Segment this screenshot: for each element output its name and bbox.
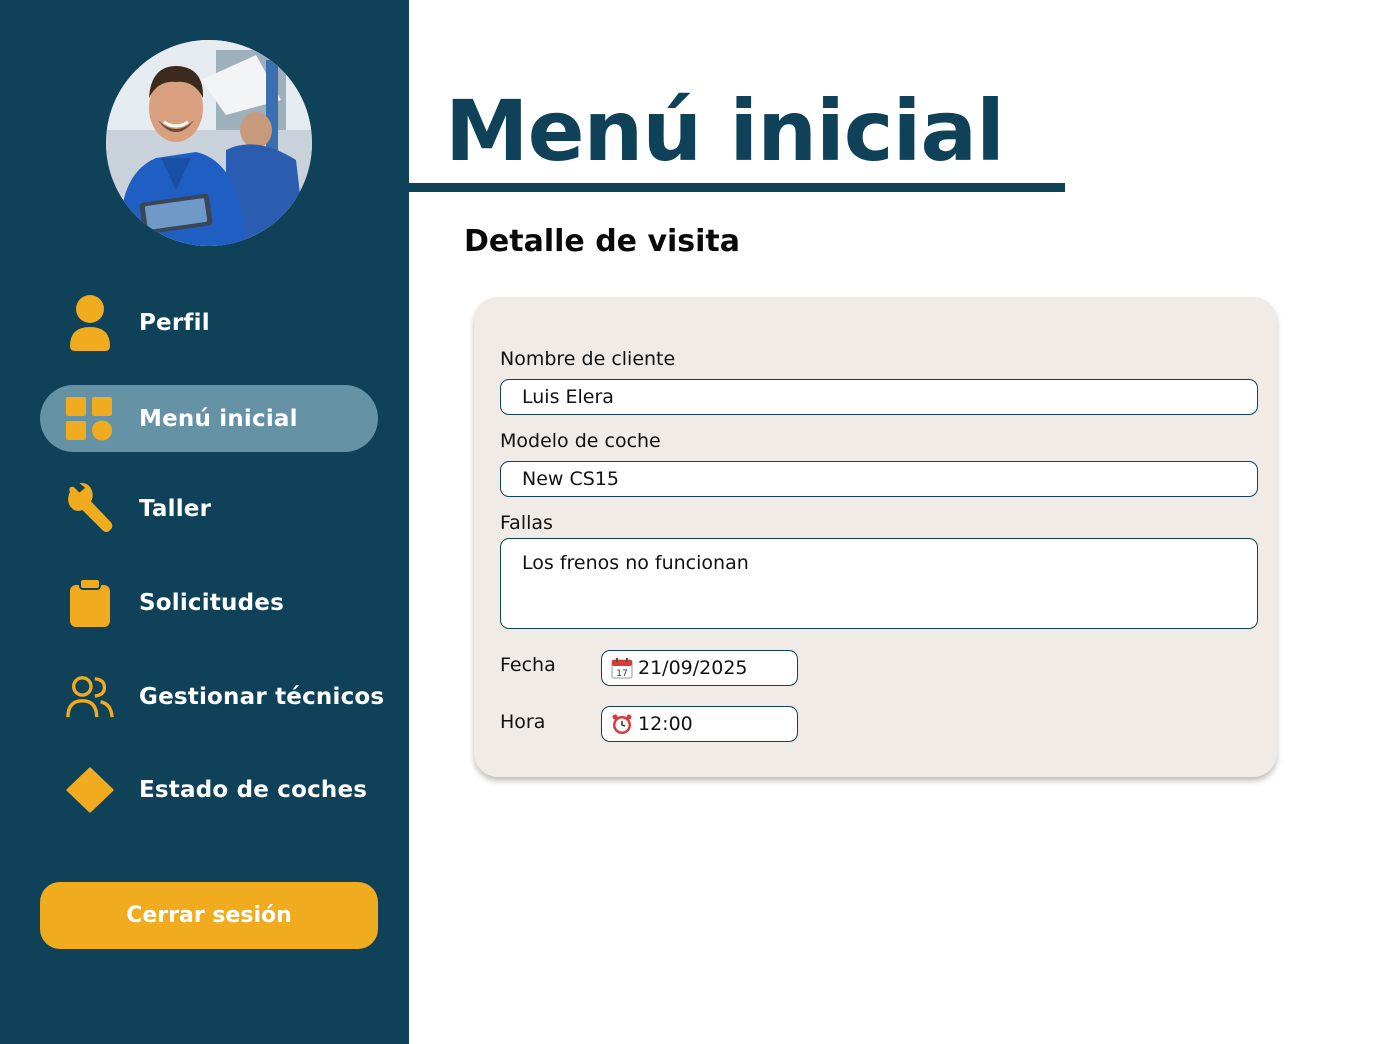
clipboard-icon <box>66 573 114 633</box>
car-model-label: Modelo de coche <box>500 430 661 452</box>
logout-button[interactable]: Cerrar sesión <box>40 882 378 949</box>
section-title: Detalle de visita <box>464 224 741 259</box>
faults-label: Fallas <box>500 512 553 534</box>
time-value: 12:00 <box>638 713 693 735</box>
date-field[interactable]: 17 21/09/2025 <box>601 650 798 686</box>
sidebar-item-label: Solicitudes <box>139 589 284 616</box>
svg-text:17: 17 <box>616 669 627 679</box>
sidebar-item-solicitudes[interactable]: Solicitudes <box>40 569 378 636</box>
user-icon <box>66 293 114 353</box>
page-title: Menú inicial <box>445 82 1005 180</box>
time-label: Hora <box>500 711 546 733</box>
date-value: 21/09/2025 <box>638 657 748 679</box>
mechanic-profile-photo <box>106 40 312 246</box>
sidebar-item-taller[interactable]: Taller <box>40 475 378 542</box>
sidebar-item-menu-inicial[interactable]: Menú inicial <box>40 385 378 452</box>
sidebar-item-label: Gestionar técnicos <box>139 683 385 710</box>
sidebar-item-estado-de-coches[interactable]: Estado de coches <box>40 756 378 823</box>
client-name-field[interactable]: Luis Elera <box>500 379 1258 415</box>
calendar-icon: 17 <box>611 657 633 679</box>
sidebar-item-label: Menú inicial <box>139 405 298 432</box>
users-icon <box>66 667 114 727</box>
sidebar-item-label: Estado de coches <box>139 776 368 803</box>
sidebar-item-perfil[interactable]: Perfil <box>40 289 378 356</box>
sidebar: Perfil Menú inicial Taller Solicitudes G… <box>0 0 409 1044</box>
date-label: Fecha <box>500 654 556 676</box>
logout-button-label: Cerrar sesión <box>126 903 292 928</box>
diamond-icon <box>66 760 114 820</box>
car-model-value: New CS15 <box>522 468 619 490</box>
client-name-label: Nombre de cliente <box>500 348 676 370</box>
car-model-field[interactable]: New CS15 <box>500 461 1258 497</box>
sidebar-item-label: Taller <box>139 495 212 522</box>
alarm-clock-icon <box>611 713 633 735</box>
faults-field[interactable]: Los frenos no funcionan <box>500 538 1258 629</box>
avatar <box>106 40 312 246</box>
grid-icon <box>66 389 114 449</box>
title-underline <box>409 183 1065 192</box>
faults-value: Los frenos no funcionan <box>522 552 749 574</box>
sidebar-item-gestionar-tecnicos[interactable]: Gestionar técnicos <box>40 663 384 730</box>
client-name-value: Luis Elera <box>522 386 614 408</box>
wrench-icon <box>66 479 114 539</box>
time-field[interactable]: 12:00 <box>601 706 798 742</box>
sidebar-item-label: Perfil <box>139 309 210 336</box>
